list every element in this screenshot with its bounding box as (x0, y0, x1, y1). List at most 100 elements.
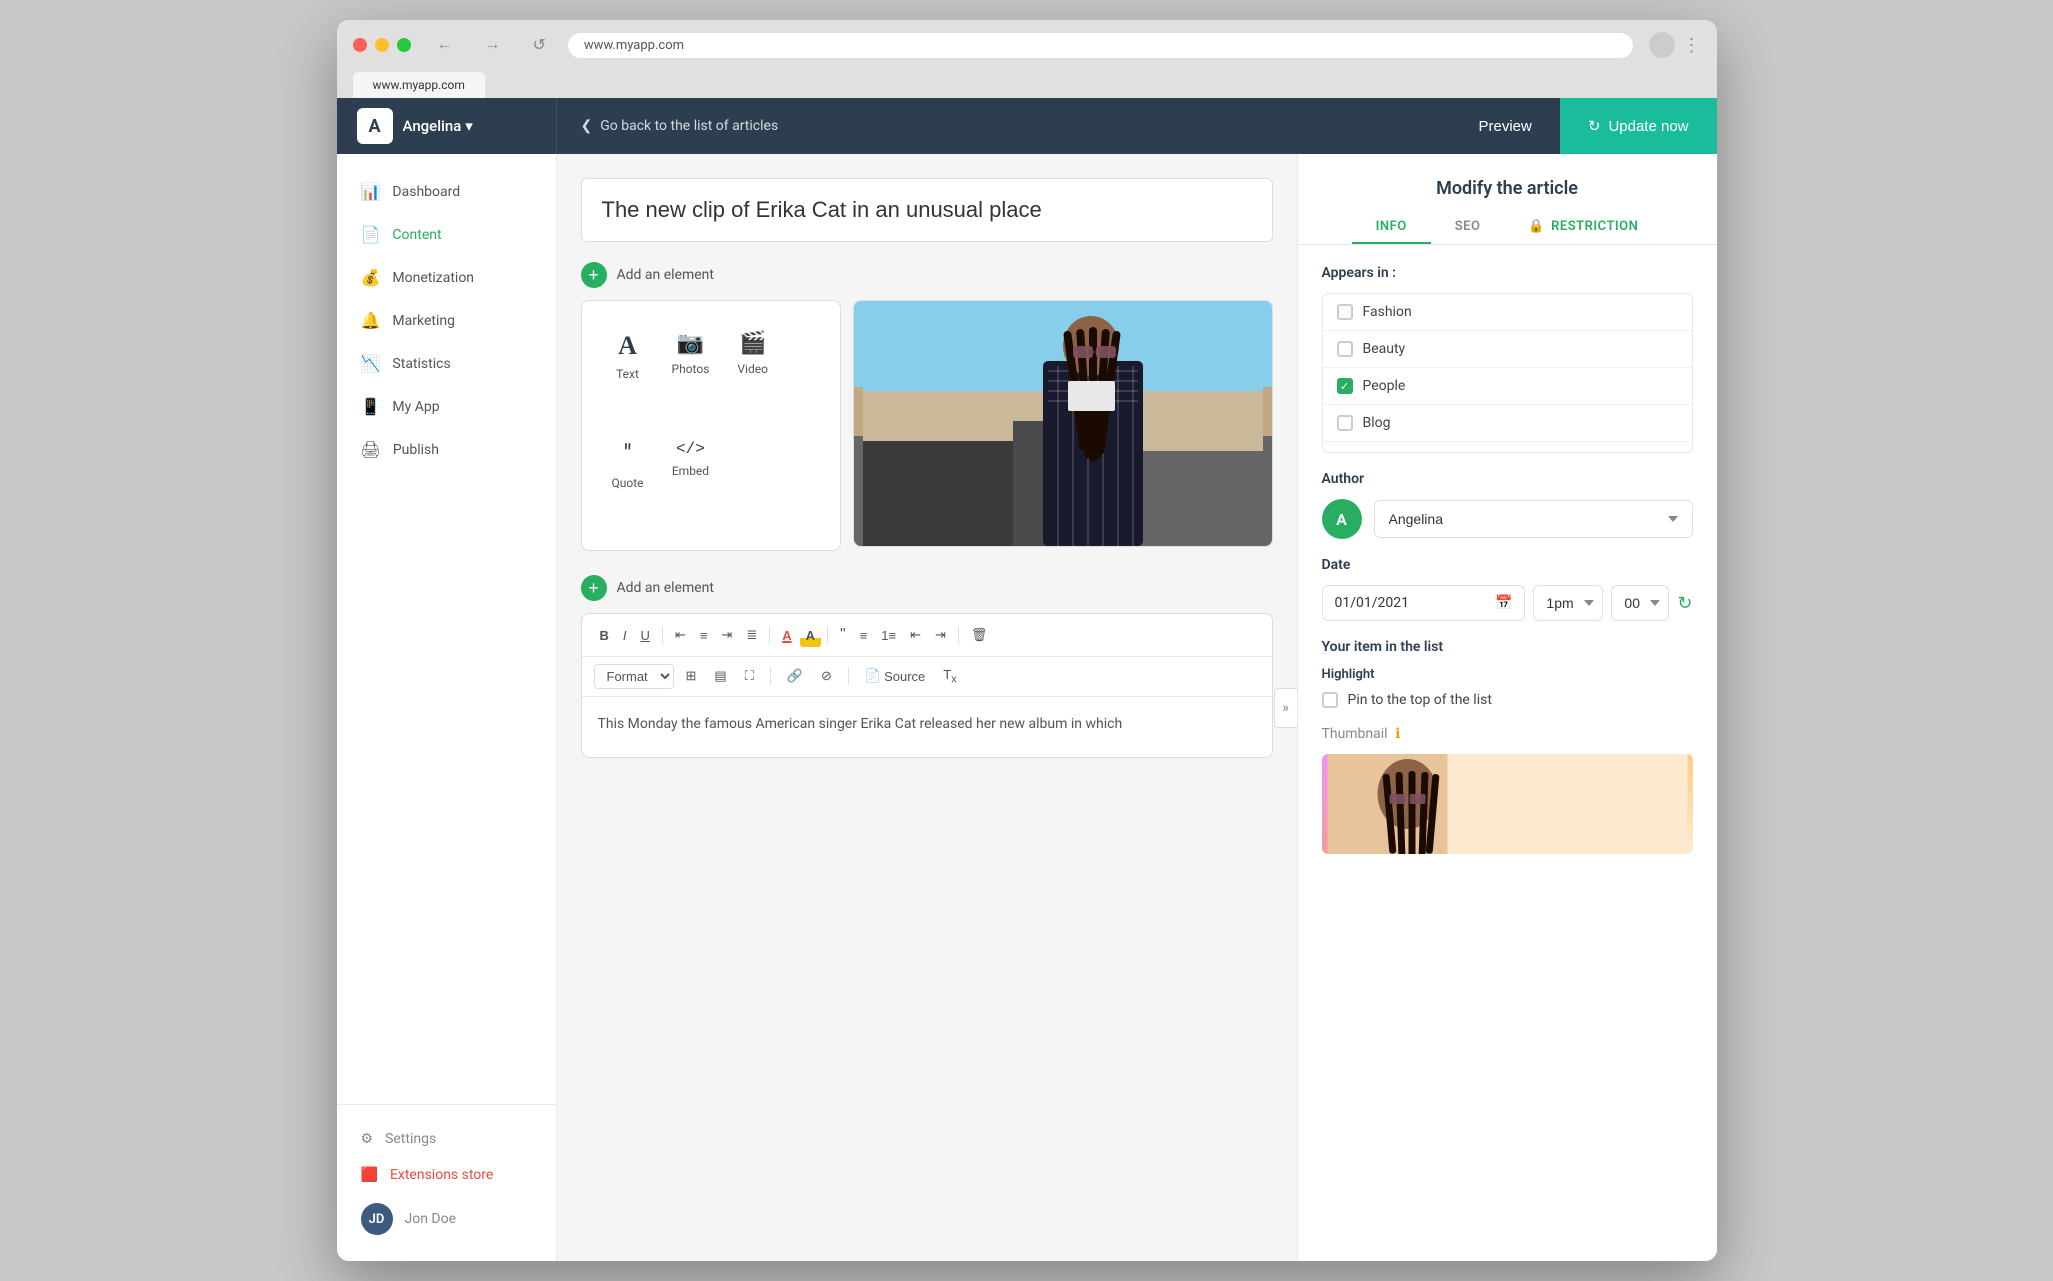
user-avatar: JD (361, 1203, 393, 1235)
thumbnail-preview[interactable] (1322, 754, 1693, 854)
delete-block-button[interactable]: 🗑 (965, 623, 994, 647)
add-element-row-2[interactable]: + Add an element (581, 575, 1273, 601)
blockquote-button[interactable]: " (834, 622, 852, 648)
category-food[interactable]: Food (1323, 442, 1692, 453)
sidebar-item-content[interactable]: 📄 Content (337, 213, 556, 256)
category-blog[interactable]: Blog (1323, 405, 1692, 442)
align-right-button[interactable]: ⇥ (715, 623, 738, 647)
checkbox-fashion[interactable] (1337, 304, 1353, 320)
checkbox-blog[interactable] (1337, 415, 1353, 431)
unlink-button[interactable]: ⊘ (815, 664, 838, 688)
update-button[interactable]: ↻ Update now (1560, 98, 1717, 154)
sidebar: 📊 Dashboard 📄 Content 💰 Monetization 🔔 M… (337, 154, 557, 1261)
browser-forward-button[interactable]: → (479, 34, 507, 56)
indent-out-button[interactable]: ⇤ (904, 623, 927, 647)
calendar-icon[interactable]: 📅 (1495, 595, 1512, 611)
publish-icon: 🖨 (361, 440, 381, 459)
browser-refresh-button[interactable]: ↺ (527, 33, 552, 57)
preview-button[interactable]: Preview (1451, 98, 1560, 154)
add-element-button-2[interactable]: + (581, 575, 607, 601)
browser-minimize-dot[interactable] (375, 38, 389, 52)
font-color-button[interactable]: A (776, 624, 797, 647)
editor-toolbar-row1: B I U ⇤ ≡ ⇥ ≣ A A " ≡ 1≡ (582, 614, 1272, 657)
element-picker-video[interactable]: 🎬 Video (727, 321, 778, 422)
unordered-list-button[interactable]: ≡ (854, 624, 874, 647)
browser-maximize-dot[interactable] (397, 38, 411, 52)
address-bar[interactable]: www.myapp.com (568, 33, 1633, 58)
myapp-icon: 📱 (361, 397, 381, 416)
date-input[interactable]: 01/01/2021 📅 (1322, 585, 1526, 621)
sidebar-item-label: Monetization (392, 270, 474, 286)
sidebar-item-monetization[interactable]: 💰 Monetization (337, 256, 556, 299)
panel-collapse-button[interactable]: » (1274, 688, 1297, 728)
browser-chrome: ← → ↺ www.myapp.com ⋮ www.myapp.com (337, 20, 1717, 98)
fullscreen-button[interactable]: ⛶ (739, 664, 760, 688)
category-beauty[interactable]: Beauty (1323, 331, 1692, 368)
video-picker-icon: 🎬 (739, 331, 766, 356)
time-refresh-button[interactable]: ↻ (1677, 593, 1692, 614)
format-select[interactable]: Format (594, 664, 674, 689)
italic-button[interactable]: I (617, 624, 633, 647)
tab-info[interactable]: INFO (1352, 211, 1431, 244)
sidebar-item-publish[interactable]: 🖨 Publish (337, 428, 556, 471)
sidebar-item-settings[interactable]: ⚙ Settings (337, 1121, 556, 1157)
brand-section: A Angelina ▾ (337, 98, 557, 154)
author-select[interactable]: Angelina (1374, 500, 1693, 538)
link-button[interactable]: 🔗 (781, 664, 809, 688)
ordered-list-button[interactable]: 1≡ (875, 624, 902, 647)
sidebar-item-myapp[interactable]: 📱 My App (337, 385, 556, 428)
clear-format-button[interactable]: Tx (937, 663, 962, 690)
brand-logo: A (357, 108, 393, 144)
element-picker: A Text 📷 Photos 🎬 Video (581, 300, 841, 551)
indent-in-button[interactable]: ⇥ (929, 623, 952, 647)
time-hour-select[interactable]: 1pm (1533, 585, 1603, 621)
table-button[interactable]: ⊞ (680, 664, 703, 688)
article-title-input[interactable] (581, 178, 1273, 242)
time-min-select[interactable]: 00 (1611, 585, 1669, 621)
sidebar-item-dashboard[interactable]: 📊 Dashboard (337, 170, 556, 213)
thumbnail-label: Thumbnail ℹ (1322, 726, 1693, 742)
tab-restriction[interactable]: 🔒 RESTRICTION (1504, 211, 1662, 244)
sidebar-item-statistics[interactable]: 📉 Statistics (337, 342, 556, 385)
back-link[interactable]: Go back to the list of articles (600, 118, 778, 134)
sidebar-item-label: Statistics (392, 356, 450, 372)
author-section: Author A Angelina (1322, 471, 1693, 539)
browser-close-dot[interactable] (353, 38, 367, 52)
checkbox-beauty[interactable] (1337, 341, 1353, 357)
sidebar-item-extensions[interactable]: 🟥 Extensions store (337, 1157, 556, 1193)
browser-back-button[interactable]: ← (431, 34, 459, 56)
category-fashion[interactable]: Fashion (1323, 294, 1692, 331)
bold-button[interactable]: B (594, 624, 615, 647)
underline-button[interactable]: U (635, 624, 656, 647)
add-element-button-1[interactable]: + (581, 262, 607, 288)
element-picker-photos[interactable]: 📷 Photos (662, 321, 720, 422)
align-center-button[interactable]: ≡ (694, 624, 714, 647)
app-body: 📊 Dashboard 📄 Content 💰 Monetization 🔔 M… (337, 154, 1717, 1261)
browser-menu-button[interactable]: ⋮ (1683, 35, 1701, 56)
checkbox-pin[interactable] (1322, 692, 1338, 708)
align-justify-button[interactable]: ≣ (740, 623, 763, 647)
editor-content[interactable]: This Monday the famous American singer E… (582, 697, 1272, 757)
element-picker-embed[interactable]: </> Embed (662, 430, 720, 531)
add-element-row-1[interactable]: + Add an element (581, 262, 1273, 288)
align-left-button[interactable]: ⇤ (669, 623, 692, 647)
tab-seo[interactable]: SEO (1431, 211, 1505, 244)
sidebar-user-profile[interactable]: JD Jon Doe (337, 1193, 556, 1245)
sidebar-footer: ⚙ Settings 🟥 Extensions store JD Jon Doe (337, 1104, 556, 1245)
add-element-label-1: Add an element (617, 267, 714, 283)
checkbox-people[interactable]: ✓ (1337, 378, 1353, 394)
app: A Angelina ▾ ❮ Go back to the list of ar… (337, 98, 1717, 1261)
source-button[interactable]: 📄 Source (859, 664, 931, 688)
columns-button[interactable]: ▤ (708, 664, 732, 688)
checkbox-food[interactable] (1337, 452, 1353, 453)
list-section: Your item in the list Highlight Pin to t… (1322, 639, 1693, 708)
editor-toolbar-row2: Format ⊞ ▤ ⛶ 🔗 ⊘ 📄 Source Tx (582, 657, 1272, 697)
sidebar-item-marketing[interactable]: 🔔 Marketing (337, 299, 556, 342)
font-bg-button[interactable]: A (800, 624, 821, 647)
sidebar-item-label: My App (392, 399, 439, 415)
category-people[interactable]: ✓ People (1323, 368, 1692, 405)
element-picker-quote[interactable]: " Quote (602, 430, 654, 531)
element-picker-text[interactable]: A Text (602, 321, 654, 422)
highlight-row: Pin to the top of the list (1322, 692, 1693, 708)
browser-tab-active[interactable]: www.myapp.com (353, 72, 485, 98)
